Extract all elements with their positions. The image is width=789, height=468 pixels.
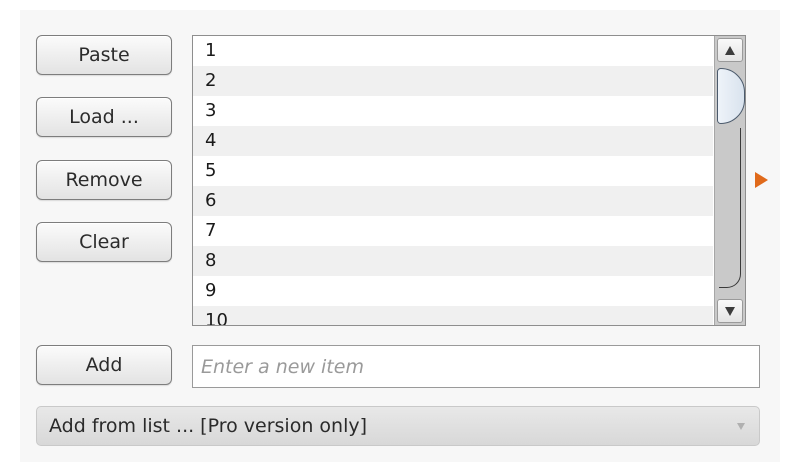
paste-button[interactable]: Paste: [36, 35, 172, 75]
clear-button[interactable]: Clear: [36, 222, 172, 262]
list-scrollbar[interactable]: [714, 36, 745, 325]
remove-button[interactable]: Remove: [36, 160, 172, 200]
chevron-down-icon: [737, 423, 745, 430]
expand-arrow-icon[interactable]: [755, 172, 768, 188]
list-item[interactable]: 9: [193, 276, 713, 306]
scroll-thumb[interactable]: [717, 68, 745, 124]
new-item-input[interactable]: [192, 345, 760, 388]
list-item[interactable]: 1: [193, 36, 713, 66]
add-from-list-label: Add from list ... [Pro version only]: [49, 415, 368, 437]
item-list-rows: 1 2 3 4 5 6 7 8 9 10: [193, 36, 713, 325]
list-item[interactable]: 3: [193, 96, 713, 126]
scroll-track[interactable]: [719, 128, 741, 288]
add-from-list-dropdown[interactable]: Add from list ... [Pro version only]: [36, 406, 760, 446]
list-item[interactable]: 8: [193, 246, 713, 276]
list-item[interactable]: 2: [193, 66, 713, 96]
list-item[interactable]: 5: [193, 156, 713, 186]
list-item[interactable]: 4: [193, 126, 713, 156]
list-item[interactable]: 7: [193, 216, 713, 246]
scroll-down-arrow-icon[interactable]: [717, 299, 743, 323]
load-button[interactable]: Load ...: [36, 97, 172, 137]
scroll-up-arrow-icon[interactable]: [717, 38, 743, 62]
add-button[interactable]: Add: [36, 345, 172, 385]
item-list[interactable]: 1 2 3 4 5 6 7 8 9 10: [192, 35, 746, 326]
list-item[interactable]: 6: [193, 186, 713, 216]
list-item[interactable]: 10: [193, 306, 713, 325]
